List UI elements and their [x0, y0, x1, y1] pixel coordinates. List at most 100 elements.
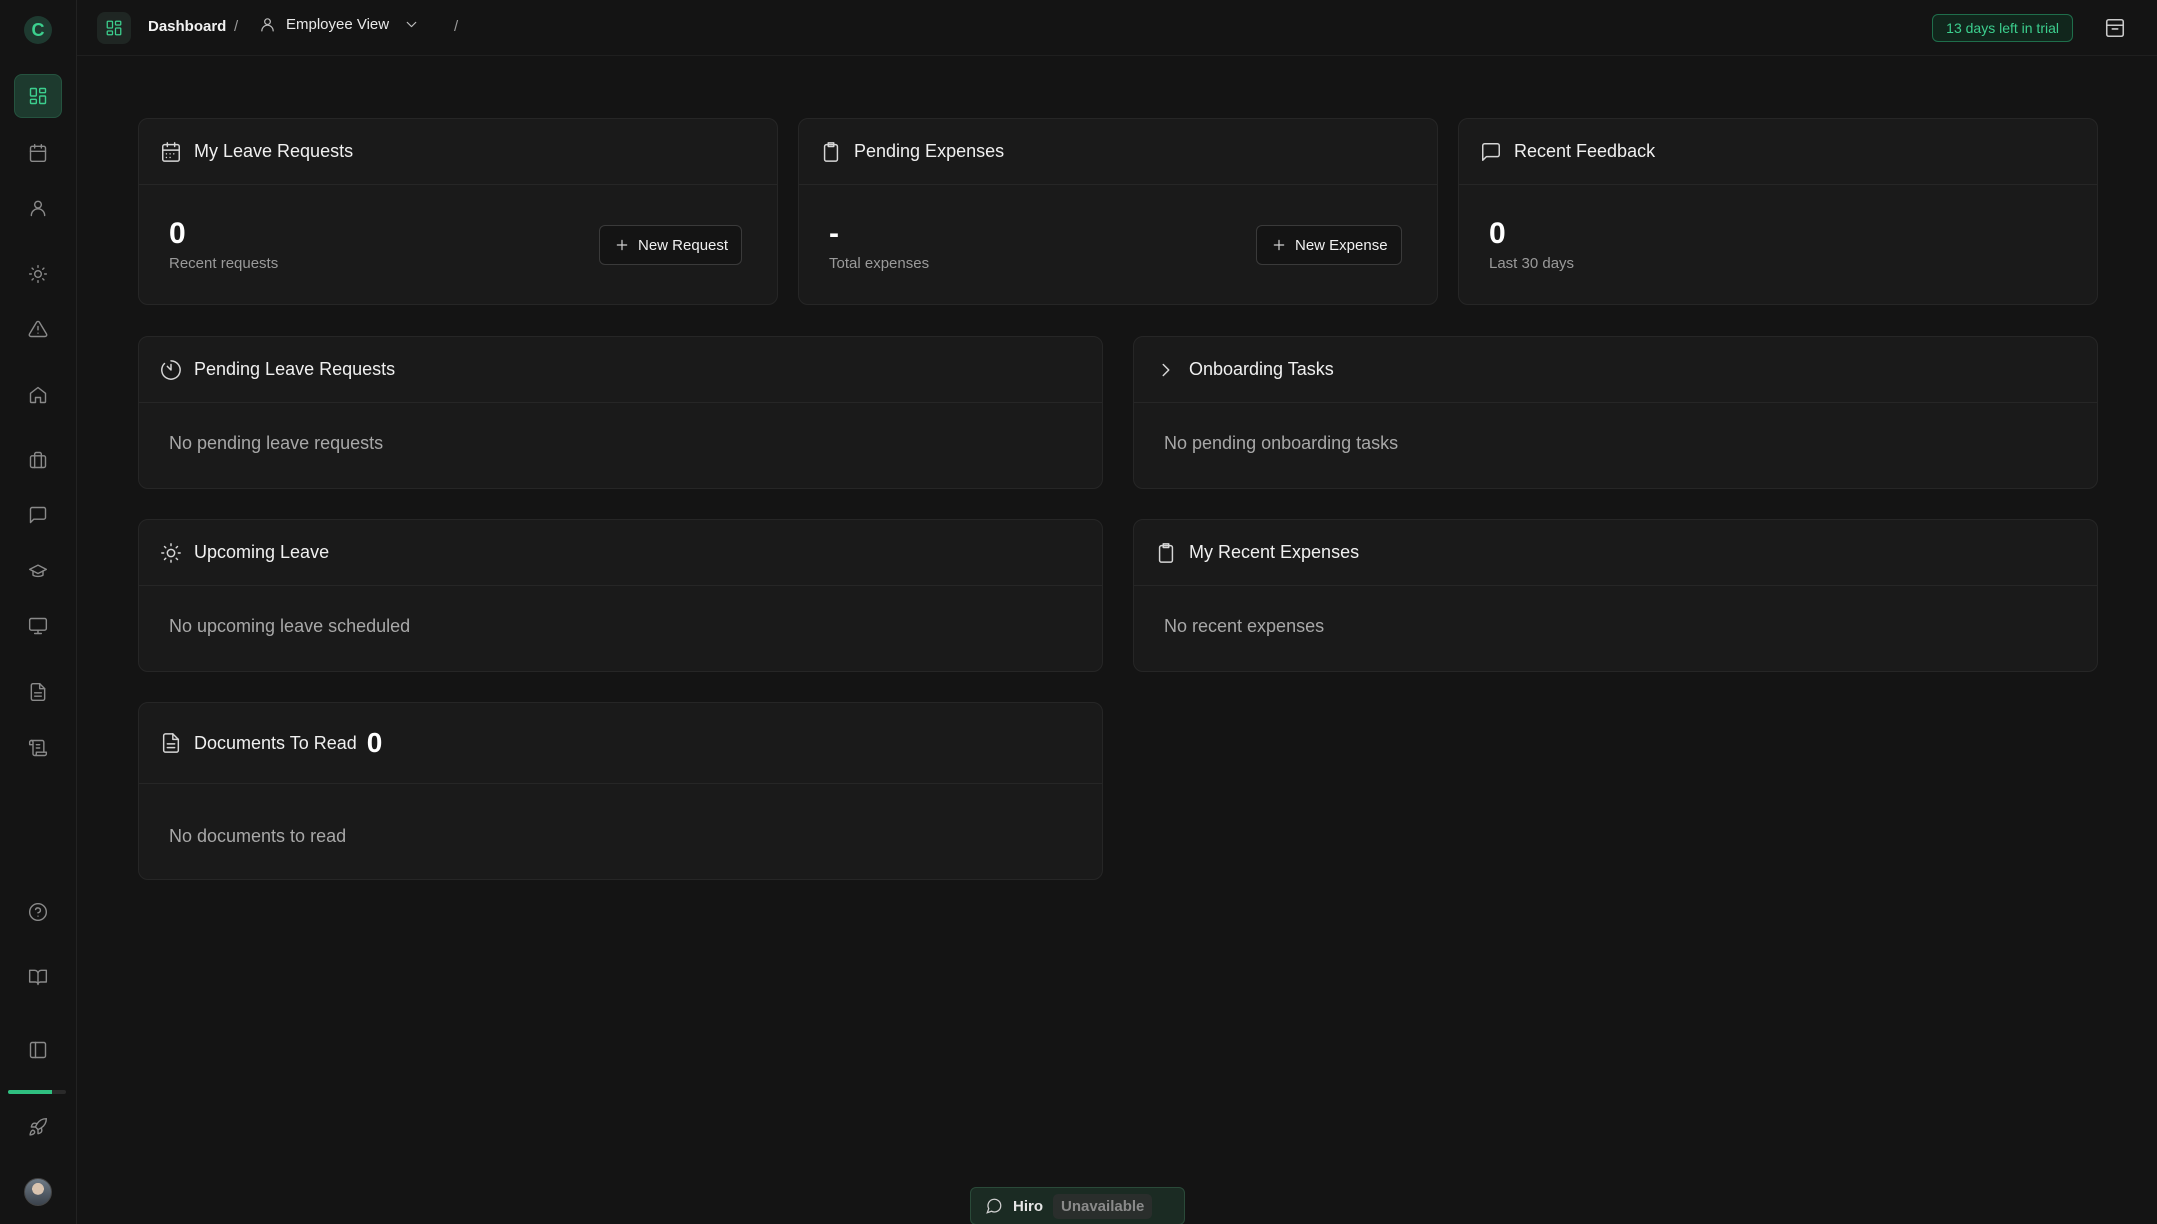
inbox-button[interactable]	[2101, 14, 2129, 42]
help-circle-icon	[28, 902, 48, 922]
trial-badge[interactable]: 13 days left in trial	[1932, 14, 2073, 42]
card-header: Recent Feedback	[1459, 119, 2097, 185]
hiro-assistant-button[interactable]: Hiro Unavailable	[970, 1187, 1185, 1224]
card-header: Pending Expenses	[799, 119, 1437, 185]
message-icon	[29, 506, 47, 524]
user-icon	[261, 18, 274, 32]
sidebar-item-policies[interactable]	[14, 726, 62, 770]
sidebar-item-dashboard[interactable]	[14, 74, 62, 118]
sidebar: C	[0, 0, 77, 1224]
sun-icon	[28, 264, 48, 284]
card-header: Documents To Read 0	[139, 703, 1102, 784]
sidebar-item-calendar[interactable]	[14, 131, 62, 175]
home-icon	[29, 386, 47, 404]
help-button[interactable]	[14, 890, 62, 934]
card-title: Pending Expenses	[854, 141, 1005, 161]
empty-state: No upcoming leave scheduled	[169, 616, 411, 636]
sidebar-item-feedback[interactable]	[14, 493, 62, 537]
empty-state: No documents to read	[169, 826, 347, 846]
book-open-icon	[28, 969, 48, 986]
view-switcher[interactable]: Employee View	[259, 16, 420, 33]
recent-requests-count: 0	[169, 217, 186, 250]
app-logo[interactable]: C	[24, 16, 52, 44]
grid-icon	[106, 20, 122, 36]
chat-bubble-icon	[986, 1198, 1002, 1214]
sidebar-item-incidents[interactable]	[14, 307, 62, 351]
plus-icon	[616, 239, 628, 251]
plus-icon	[1273, 239, 1285, 251]
alert-triangle-icon	[28, 320, 48, 338]
guide-button[interactable]	[14, 955, 62, 999]
card-header: My Recent Expenses	[1134, 520, 2097, 586]
card-title: Recent Feedback	[1514, 141, 1656, 161]
card-title: Onboarding Tasks	[1189, 359, 1334, 379]
sidebar-item-people[interactable]	[14, 186, 62, 230]
briefcase-icon	[29, 451, 47, 469]
my-leave-requests-card: My Leave Requests 0 Recent requests New …	[138, 118, 778, 305]
calendar-icon	[29, 143, 47, 163]
empty-state: No pending leave requests	[169, 433, 384, 453]
card-title: My Recent Expenses	[1189, 542, 1360, 562]
chevron-right-icon	[1162, 363, 1170, 376]
card-title: My Leave Requests	[194, 141, 354, 161]
setup-progress-bar	[8, 1090, 66, 1094]
empty-state: No recent expenses	[1164, 616, 1325, 636]
calendar-icon	[162, 141, 180, 162]
feedback-period-label: Last 30 days	[1489, 255, 1575, 272]
user-avatar[interactable]	[24, 1178, 52, 1206]
dashboard-home-button[interactable]	[97, 12, 131, 44]
topbar: Dashboard / Employee View / 13 days left…	[77, 0, 2157, 56]
feedback-count: 0	[1489, 217, 1506, 250]
empty-state: No pending onboarding tasks	[1164, 433, 1399, 453]
user-icon	[30, 200, 46, 217]
card-title: Upcoming Leave	[194, 542, 330, 562]
card-header: Pending Leave Requests	[139, 337, 1102, 403]
clipboard-icon	[823, 141, 839, 162]
sidebar-item-training[interactable]	[14, 549, 62, 593]
file-text-icon	[30, 682, 46, 702]
timer-icon	[161, 359, 181, 380]
sidebar-item-leave[interactable]	[14, 252, 62, 296]
breadcrumb-separator: /	[234, 18, 239, 35]
my-recent-expenses-card: My Recent Expenses No recent expenses	[1133, 519, 2098, 672]
sidebar-item-documents[interactable]	[14, 670, 62, 714]
chevron-down-icon	[406, 21, 417, 28]
setup-button[interactable]	[14, 1105, 62, 1149]
breadcrumb-dashboard[interactable]: Dashboard	[148, 18, 226, 35]
sidebar-item-home[interactable]	[14, 373, 62, 417]
total-expenses-value: -	[829, 217, 839, 250]
documents-to-read-card: Documents To Read 0 No documents to read	[138, 702, 1103, 880]
recent-feedback-card: Recent Feedback 0 Last 30 days	[1458, 118, 2098, 305]
documents-count: 0	[366, 727, 383, 758]
grid-icon	[29, 87, 47, 105]
new-expense-label: New Expense	[1295, 236, 1388, 254]
panel-left-icon	[29, 1041, 47, 1059]
clipboard-icon	[1158, 542, 1174, 563]
rocket-icon	[29, 1117, 48, 1136]
upcoming-leave-card: Upcoming Leave No upcoming leave schedul…	[138, 519, 1103, 672]
new-expense-button[interactable]: New Expense	[1256, 225, 1402, 265]
collapse-sidebar-button[interactable]	[14, 1028, 62, 1072]
pending-leave-requests-card: Pending Leave Requests No pending leave …	[138, 336, 1103, 489]
sidebar-item-devices[interactable]	[14, 604, 62, 648]
graduation-cap-icon	[28, 564, 48, 578]
card-title: Documents To Read	[194, 732, 357, 753]
file-text-icon	[162, 733, 180, 753]
message-icon	[1482, 142, 1500, 161]
breadcrumb-separator: /	[454, 18, 459, 35]
view-switcher-label: Employee View	[286, 16, 390, 33]
monitor-icon	[28, 617, 48, 635]
card-title: Pending Leave Requests	[194, 359, 396, 379]
sidebar-item-assets[interactable]	[14, 438, 62, 482]
archive-box-icon	[2105, 18, 2125, 38]
card-header: My Leave Requests	[139, 119, 777, 185]
assistant-name: Hiro	[1013, 1197, 1043, 1215]
new-request-label: New Request	[638, 236, 729, 254]
pending-expenses-card: Pending Expenses - Total expenses New Ex…	[798, 118, 1438, 305]
card-header: Upcoming Leave	[139, 520, 1102, 586]
card-header[interactable]: Onboarding Tasks	[1134, 337, 2097, 403]
new-request-button[interactable]: New Request	[599, 225, 743, 265]
assistant-status-badge: Unavailable	[1053, 1193, 1153, 1219]
scroll-icon	[28, 739, 48, 757]
recent-requests-label: Recent requests	[169, 255, 279, 272]
